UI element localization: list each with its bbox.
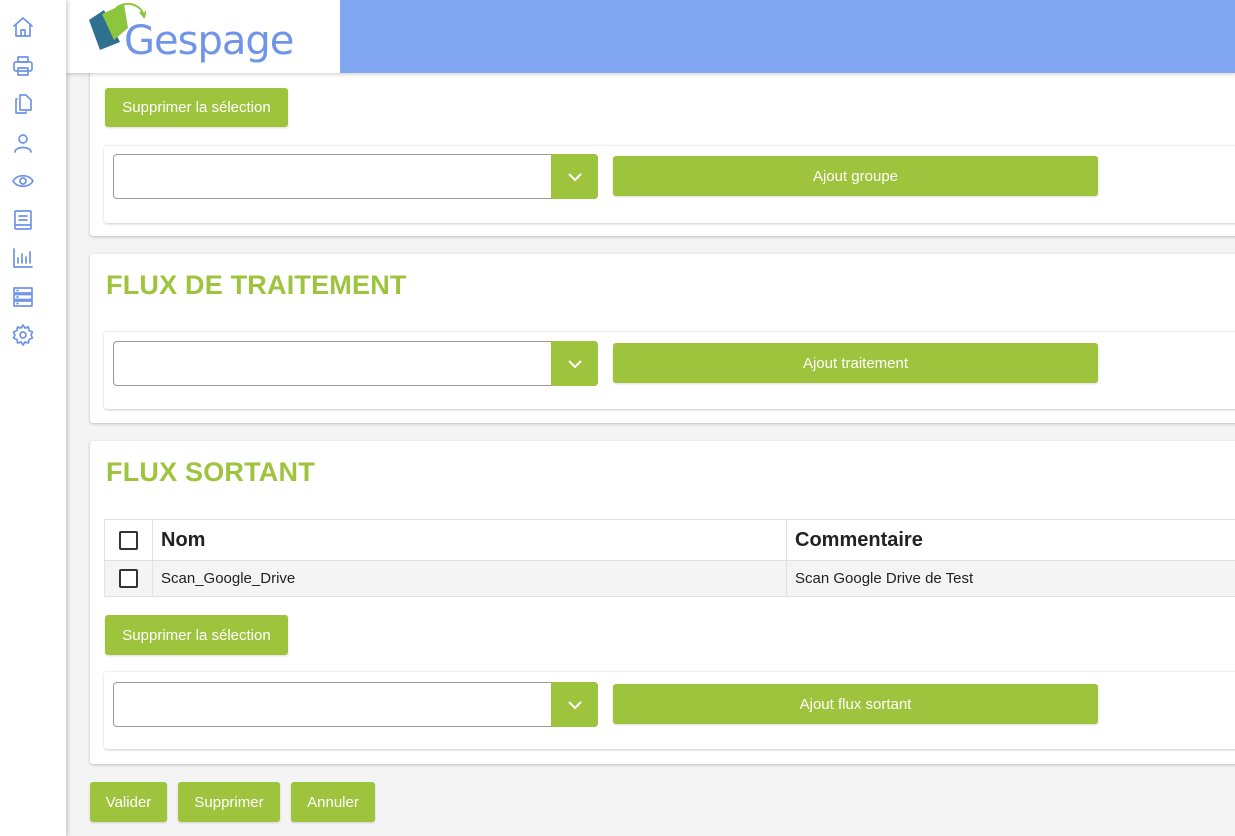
header-bar: Gespage — [66, 0, 1235, 73]
printer-icon[interactable] — [10, 53, 36, 79]
eye-icon[interactable] — [10, 168, 36, 194]
outgoing-delete-selection-button[interactable]: Supprimer la sélection — [105, 615, 288, 655]
table-header-row: Nom Commentaire — [105, 520, 1235, 561]
row-check-cell — [105, 561, 153, 596]
select-all-cell — [105, 520, 153, 560]
table-row[interactable]: Scan_Google_Drive Scan Google Drive de T… — [105, 561, 1235, 596]
groups-card: Supprimer la sélection Ajout groupe — [90, 60, 1235, 236]
book-icon[interactable] — [10, 207, 36, 233]
row-commentaire: Scan Google Drive de Test — [795, 570, 974, 587]
outgoing-add-row: Ajout flux sortant — [104, 671, 1235, 749]
sidebar — [0, 0, 66, 836]
add-group-button[interactable]: Ajout groupe — [613, 156, 1098, 196]
row-nom: Scan_Google_Drive — [153, 561, 787, 596]
groups-add-row: Ajout groupe — [104, 145, 1235, 223]
outgoing-select[interactable] — [113, 682, 598, 727]
outgoing-flow-table: Nom Commentaire Scan_Google_Drive Scan G… — [104, 519, 1235, 597]
groups-select[interactable] — [113, 154, 598, 199]
server-icon[interactable] — [10, 284, 36, 310]
home-icon[interactable] — [10, 14, 36, 40]
cancel-button[interactable]: Annuler — [291, 782, 375, 822]
logo[interactable]: Gespage — [66, 0, 340, 73]
column-header-nom[interactable]: Nom — [153, 520, 787, 560]
add-processing-button[interactable]: Ajout traitement — [613, 343, 1098, 383]
processing-add-row: Ajout traitement — [104, 331, 1235, 409]
add-outgoing-flow-button[interactable]: Ajout flux sortant — [613, 684, 1098, 724]
outgoing-flow-card: FLUX SORTANT Nom Commentaire Scan_Google… — [90, 441, 1235, 764]
chevron-down-icon[interactable] — [551, 682, 598, 727]
processing-select[interactable] — [113, 341, 598, 386]
delete-button[interactable]: Supprimer — [178, 782, 280, 822]
gear-icon[interactable] — [10, 322, 36, 348]
row-checkbox[interactable] — [119, 569, 138, 588]
user-icon[interactable] — [10, 130, 36, 156]
groups-delete-selection-button[interactable]: Supprimer la sélection — [105, 88, 288, 127]
chevron-down-icon[interactable] — [551, 341, 598, 386]
select-all-checkbox[interactable] — [119, 530, 138, 550]
processing-flow-title: FLUX DE TRAITEMENT — [106, 270, 407, 300]
chevron-down-icon[interactable] — [551, 154, 598, 199]
validate-button[interactable]: Valider — [90, 782, 167, 822]
outgoing-flow-title: FLUX SORTANT — [106, 457, 315, 487]
processing-flow-card: FLUX DE TRAITEMENT Ajout traitement — [90, 254, 1235, 423]
logo-text: Gespage — [124, 18, 294, 64]
documents-icon[interactable] — [10, 91, 36, 117]
bar-chart-icon[interactable] — [10, 245, 36, 271]
column-header-commentaire[interactable]: Commentaire — [787, 520, 1235, 560]
